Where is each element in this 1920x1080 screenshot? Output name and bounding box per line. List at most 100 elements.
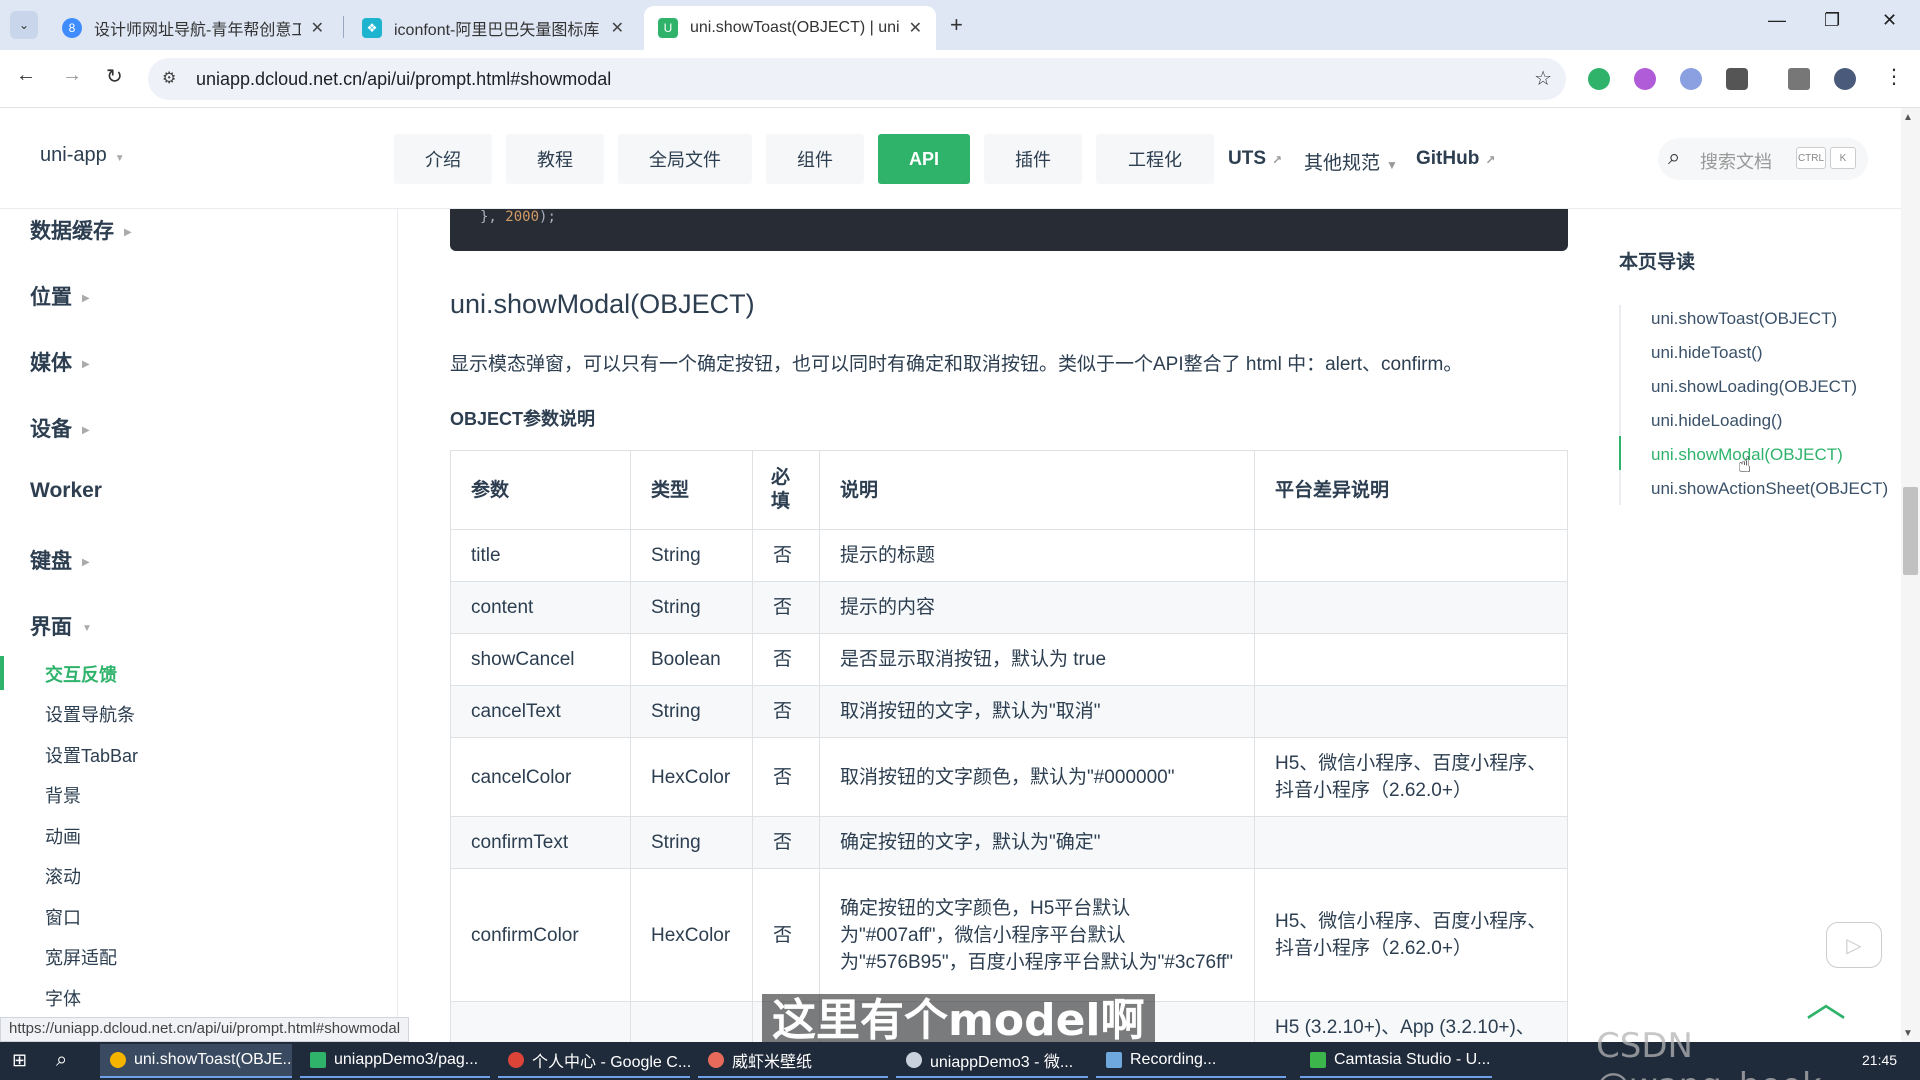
code-text: }, [480,209,506,225]
nav-plugins[interactable]: 插件 [984,134,1082,184]
sidebar-item-feedback[interactable]: 交互反馈 [45,661,117,687]
caret-down-icon: ▼ [1386,158,1398,172]
nav-tutorial[interactable]: 教程 [506,134,604,184]
wechat-devtools-icon [906,1052,922,1068]
brand-menu[interactable]: uni-app ▼ [40,144,125,167]
sidebar-group-label: Worker [30,479,102,502]
page-scrollbar[interactable] [1901,108,1920,1042]
toc-item-hideloading[interactable]: uni.hideLoading() [1651,411,1782,431]
tab-divider [343,16,344,38]
sidebar-item-window[interactable]: 窗口 [45,904,81,930]
sidebar-group-media[interactable]: 媒体 ▶ [30,347,90,377]
table-row: title String 否 提示的标题 [450,529,1568,582]
table-row: content String 否 提示的内容 [450,581,1568,634]
search-placeholder: 搜索文档 [1700,152,1772,172]
extensions-puzzle-icon[interactable] [1726,68,1748,90]
restore-icon[interactable]: ❐ [1824,10,1840,31]
table-row: cancelText String 否 取消按钮的文字，默认为"取消" [450,685,1568,738]
sidebar-item-animation[interactable]: 动画 [45,823,81,849]
minimize-icon[interactable]: — [1768,10,1786,31]
taskbar-chrome-profile[interactable]: 个人中心 - Google C... [498,1044,690,1078]
nav-other-specs[interactable]: 其他规范 ▼ [1304,148,1398,175]
close-tab-icon[interactable]: ✕ [311,18,324,38]
taskbar-hbuilder[interactable]: uniappDemo3/pag... [300,1044,490,1078]
toc-item-showloading[interactable]: uni.showLoading(OBJECT) [1651,377,1857,397]
taskbar-recording[interactable]: Recording... [1096,1044,1286,1078]
nav-intro[interactable]: 介绍 [394,134,492,184]
taskbar-wechat-devtools[interactable]: uniappDemo3 - 微... [896,1044,1088,1078]
sidebar-item-background[interactable]: 背景 [45,782,81,808]
search-icon[interactable]: ⌕ [56,1049,67,1072]
table-cell: 提示的内容 [819,581,1255,634]
close-window-icon[interactable]: ✕ [1882,10,1897,31]
recording-icon [1106,1052,1122,1068]
sidebar-group-device[interactable]: 设备 ▶ [30,413,90,443]
windows-start-icon[interactable]: ⊞ [12,1050,27,1071]
table-cell: 取消按钮的文字，默认为"取消" [819,685,1255,738]
toc-item-showactionsheet[interactable]: uni.showActionSheet(OBJECT) [1651,479,1888,499]
caret-down-icon: ▼ [114,153,125,164]
close-tab-icon[interactable]: ✕ [611,18,624,38]
video-subtitle: 这里有个model啊 [762,994,1155,1048]
menu-dots-icon[interactable]: ⋮ [1884,64,1904,89]
table-cell [450,1001,631,1042]
scrollbar-thumb[interactable] [1903,487,1918,575]
table-header-row: 参数 类型 必填 说明 平台差异说明 [450,450,1568,530]
chrome-icon [110,1052,126,1068]
sidebar-group-ui[interactable]: 界面 ▼ [30,611,92,641]
sidebar-item-font[interactable]: 字体 [45,985,81,1011]
site-info-icon[interactable]: ⚙ [162,68,176,88]
taskbar-wallpaper[interactable]: 威虾米壁纸 [698,1044,888,1078]
bookmark-star-icon[interactable]: ☆ [1534,66,1552,91]
nav-components[interactable]: 组件 [766,134,864,184]
table-header: 平台差异说明 [1254,450,1568,530]
nav-uts[interactable]: UTS ↗ [1228,148,1282,170]
site-8-icon: 8 [62,18,82,38]
url-text[interactable]: uniapp.dcloud.net.cn/api/ui/prompt.html#… [196,69,611,90]
hbuilder-icon [310,1052,326,1068]
extension-v-icon[interactable] [1588,68,1610,90]
task-label: uniappDemo3/pag... [334,1051,479,1068]
extension-face-icon[interactable] [1680,68,1702,90]
sidebar-item-widescreen[interactable]: 宽屏适配 [45,944,117,970]
reload-icon[interactable]: ↻ [106,64,123,89]
extension-purple-icon[interactable] [1634,68,1656,90]
close-tab-icon[interactable]: ✕ [909,18,922,38]
sidebar-item-tabbar[interactable]: 设置TabBar [45,742,138,768]
table-cell: cancelColor [450,737,631,817]
taskbar-camtasia[interactable]: Camtasia Studio - U... [1300,1044,1492,1078]
new-tab-icon[interactable]: + [950,12,963,38]
sidebar-group-keyboard[interactable]: 键盘 ▶ [30,545,90,575]
toc-item-hidetoast[interactable]: uni.hideToast() [1651,343,1763,363]
sidebar-group-location[interactable]: 位置 ▶ [30,281,90,311]
toc-item-showtoast[interactable]: uni.showToast(OBJECT) [1651,309,1837,329]
browser-tab-2[interactable]: ❖ iconfont-阿里巴巴矢量图标库 ✕ [348,6,638,50]
nav-github[interactable]: GitHub ↗ [1416,148,1495,170]
sidebar-group-label: 位置 [30,286,72,309]
nav-engineering[interactable]: 工程化 [1096,134,1214,184]
browser-tab-1[interactable]: 8 设计师网址导航-青年帮创意工 ✕ [48,6,338,50]
sidebar-item-navbar[interactable]: 设置导航条 [45,701,135,727]
browser-tab-3-active[interactable]: U uni.showToast(OBJECT) | uni- ✕ [644,6,936,50]
nav-uts-label: UTS [1228,148,1266,169]
tab-search-button[interactable]: ⌄ [10,11,38,39]
play-button[interactable]: ▷ [1826,922,1882,968]
sidebar-group-storage[interactable]: 数据缓存 ▶ [30,215,132,245]
avatar[interactable] [1834,68,1856,90]
code-block: }, 2000); [450,209,1568,251]
doc-search[interactable]: ⌕ 搜索文档 CTRL K [1658,138,1868,180]
side-panel-icon[interactable] [1788,68,1810,90]
sidebar-group-worker[interactable]: Worker [30,479,102,503]
play-icon: ▷ [1846,934,1862,957]
table-header: 说明 [819,450,1255,530]
taskbar-chrome-docs[interactable]: uni.showToast(OBJE... [100,1044,292,1078]
scroll-up-arrow-icon[interactable]: ▲ [1903,112,1913,123]
back-to-top-icon[interactable]: ︿ [1806,970,1846,1028]
back-icon[interactable]: ← [16,64,36,87]
nav-global-files[interactable]: 全局文件 [618,134,752,184]
address-bar[interactable]: ⚙ uniapp.dcloud.net.cn/api/ui/prompt.htm… [148,58,1566,100]
table-row: confirmText String 否 确定按钮的文字，默认为"确定" [450,816,1568,869]
nav-api[interactable]: API [878,134,970,184]
forward-icon[interactable]: → [62,64,82,87]
sidebar-item-scroll[interactable]: 滚动 [45,863,81,889]
